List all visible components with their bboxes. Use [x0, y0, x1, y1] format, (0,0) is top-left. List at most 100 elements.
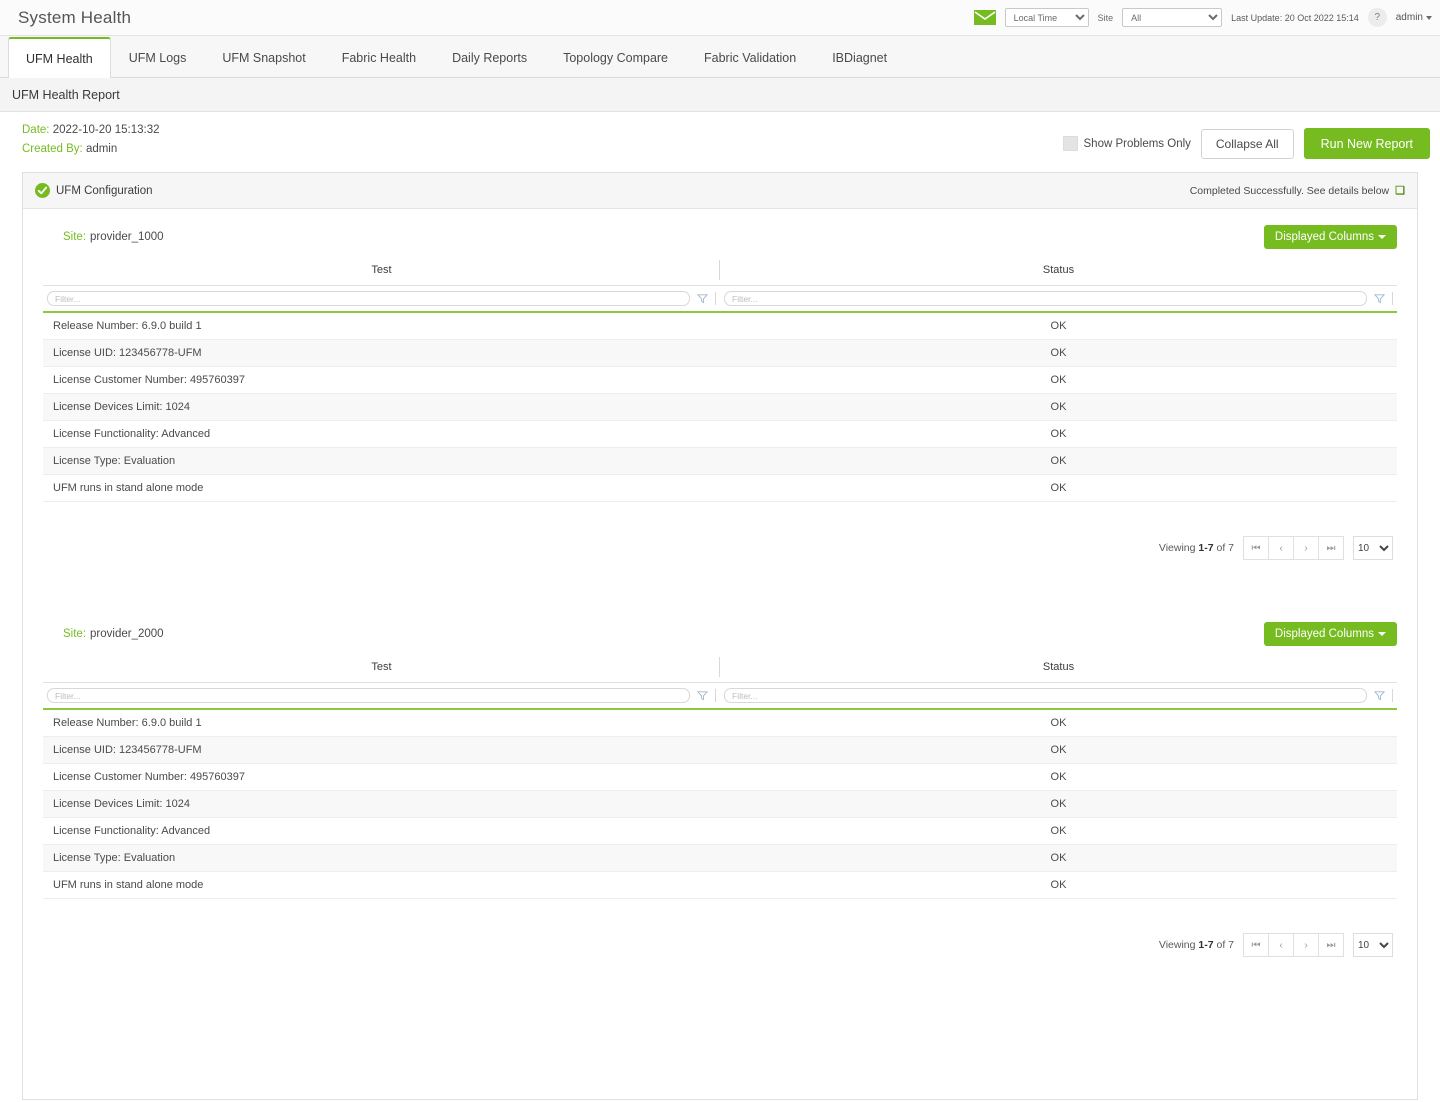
table-row[interactable]: License Devices Limit: 1024OK: [43, 394, 1397, 421]
prev-page-button[interactable]: ‹: [1268, 536, 1294, 560]
cell-status: OK: [720, 421, 1397, 448]
cell-test: License Functionality: Advanced: [43, 818, 720, 845]
displayed-columns-button[interactable]: Displayed Columns: [1264, 622, 1397, 646]
collapse-all-button[interactable]: Collapse All: [1201, 129, 1294, 159]
table-row[interactable]: License UID: 123456778-UFMOK: [43, 737, 1397, 764]
column-header-test[interactable]: Test: [43, 652, 720, 683]
table-row[interactable]: License UID: 123456778-UFMOK: [43, 340, 1397, 367]
site-table-block: Site:provider_2000Displayed Columns TestS…: [43, 622, 1397, 957]
first-page-button[interactable]: ⏮: [1243, 536, 1269, 560]
section-header[interactable]: UFM Configuration Completed Successfully…: [23, 173, 1417, 209]
run-new-report-button[interactable]: Run New Report: [1304, 128, 1430, 159]
last-page-button[interactable]: ⏭: [1318, 536, 1344, 560]
divider: [1392, 292, 1393, 305]
filter-cell-status: [720, 286, 1397, 313]
tab-ufm-snapshot[interactable]: UFM Snapshot: [204, 37, 323, 78]
viewing-prefix: Viewing: [1159, 939, 1199, 951]
table-row[interactable]: License Customer Number: 495760397OK: [43, 367, 1397, 394]
table-row[interactable]: Release Number: 6.9.0 build 1OK: [43, 709, 1397, 737]
pagination: Viewing 1-7 of 7⏮‹›⏭10: [43, 933, 1397, 957]
cell-test: License Type: Evaluation: [43, 448, 720, 475]
viewing-suffix: of 7: [1214, 542, 1234, 554]
filter-input-test[interactable]: [47, 291, 690, 306]
cell-test: Release Number: 6.9.0 build 1: [43, 312, 720, 340]
last-update-text: Last Update: 20 Oct 2022 15:14: [1231, 13, 1359, 23]
filter-cell-test: [43, 286, 720, 313]
column-header-status[interactable]: Status: [720, 255, 1397, 286]
panel-spacer: [43, 957, 1397, 1077]
report-date-value: 2022-10-20 15:13:32: [53, 124, 160, 136]
envelope-icon[interactable]: [974, 10, 996, 25]
table-row[interactable]: License Functionality: AdvancedOK: [43, 818, 1397, 845]
tab-daily-reports[interactable]: Daily Reports: [434, 37, 545, 78]
site-select[interactable]: All: [1122, 8, 1222, 27]
report-meta-bar: Date: 2022-10-20 15:13:32 Created By: ad…: [0, 112, 1440, 172]
pagination-text: Viewing 1-7 of 7: [1159, 542, 1234, 554]
cell-test: License Type: Evaluation: [43, 845, 720, 872]
chevron-down-icon: ❏: [1395, 184, 1405, 197]
tab-fabric-health[interactable]: Fabric Health: [324, 37, 434, 78]
tab-ufm-health[interactable]: UFM Health: [8, 37, 111, 78]
first-page-button[interactable]: ⏮: [1243, 933, 1269, 957]
report-header: UFM Health Report: [0, 78, 1440, 112]
table-row[interactable]: License Type: EvaluationOK: [43, 448, 1397, 475]
check-circle-icon: [35, 183, 50, 198]
tab-fabric-validation[interactable]: Fabric Validation: [686, 37, 814, 78]
filter-funnel-icon: [697, 690, 708, 701]
cell-test: License Devices Limit: 1024: [43, 791, 720, 818]
table-row[interactable]: License Devices Limit: 1024OK: [43, 791, 1397, 818]
cell-status: OK: [720, 448, 1397, 475]
top-bar: System Health Local Time Site All Last U…: [0, 0, 1440, 36]
cell-status: OK: [720, 312, 1397, 340]
next-page-button[interactable]: ›: [1293, 536, 1319, 560]
filter-input-status[interactable]: [724, 291, 1367, 306]
table-row[interactable]: License Type: EvaluationOK: [43, 845, 1397, 872]
caret-down-icon: [1378, 235, 1386, 239]
section-status[interactable]: Completed Successfully. See details belo…: [1190, 184, 1405, 197]
cell-status: OK: [720, 475, 1397, 502]
report-actions: Show Problems Only Collapse All Run New …: [1063, 124, 1430, 159]
cell-status: OK: [720, 709, 1397, 737]
cell-status: OK: [720, 845, 1397, 872]
table-row[interactable]: License Functionality: AdvancedOK: [43, 421, 1397, 448]
cell-status: OK: [720, 764, 1397, 791]
report-created-line: Created By: admin: [22, 143, 160, 155]
viewing-range: 1-7: [1198, 939, 1213, 951]
page-title: System Health: [18, 8, 131, 28]
site-value: provider_1000: [90, 231, 164, 243]
filter-input-status[interactable]: [724, 688, 1367, 703]
table-row[interactable]: License Customer Number: 495760397OK: [43, 764, 1397, 791]
last-page-button[interactable]: ⏭: [1318, 933, 1344, 957]
table-row[interactable]: Release Number: 6.9.0 build 1OK: [43, 312, 1397, 340]
filter-cell-status: [720, 683, 1397, 710]
displayed-columns-button[interactable]: Displayed Columns: [1264, 225, 1397, 249]
tab-ufm-logs[interactable]: UFM Logs: [111, 37, 205, 78]
section-ufm-configuration: UFM Configuration Completed Successfully…: [22, 172, 1418, 1100]
filter-input-test[interactable]: [47, 688, 690, 703]
viewing-prefix: Viewing: [1159, 542, 1199, 554]
page-size-select[interactable]: 10: [1353, 933, 1393, 957]
cell-test: UFM runs in stand alone mode: [43, 872, 720, 899]
timezone-select[interactable]: Local Time: [1005, 8, 1089, 27]
section-body: Site:provider_1000Displayed ColumnsTestS…: [23, 209, 1417, 1099]
cell-status: OK: [720, 818, 1397, 845]
site-row: Site:provider_2000Displayed Columns: [43, 622, 1397, 646]
report-date-line: Date: 2022-10-20 15:13:32: [22, 124, 160, 136]
cell-status: OK: [720, 872, 1397, 899]
report-meta: Date: 2022-10-20 15:13:32 Created By: ad…: [22, 124, 160, 162]
help-icon[interactable]: ?: [1368, 8, 1387, 27]
filter-funnel-icon: [1374, 293, 1385, 304]
column-header-status[interactable]: Status: [720, 652, 1397, 683]
cell-test: License UID: 123456778-UFM: [43, 340, 720, 367]
next-page-button[interactable]: ›: [1293, 933, 1319, 957]
prev-page-button[interactable]: ‹: [1268, 933, 1294, 957]
column-header-test[interactable]: Test: [43, 255, 720, 286]
site-label: Site: [1098, 13, 1114, 23]
tab-ibdiagnet[interactable]: IBDiagnet: [814, 37, 905, 78]
show-problems-only-checkbox[interactable]: [1063, 136, 1078, 151]
table-row[interactable]: UFM runs in stand alone modeOK: [43, 475, 1397, 502]
table-row[interactable]: UFM runs in stand alone modeOK: [43, 872, 1397, 899]
tab-topology-compare[interactable]: Topology Compare: [545, 37, 686, 78]
page-size-select[interactable]: 10: [1353, 536, 1393, 560]
user-menu[interactable]: admin: [1396, 12, 1432, 23]
